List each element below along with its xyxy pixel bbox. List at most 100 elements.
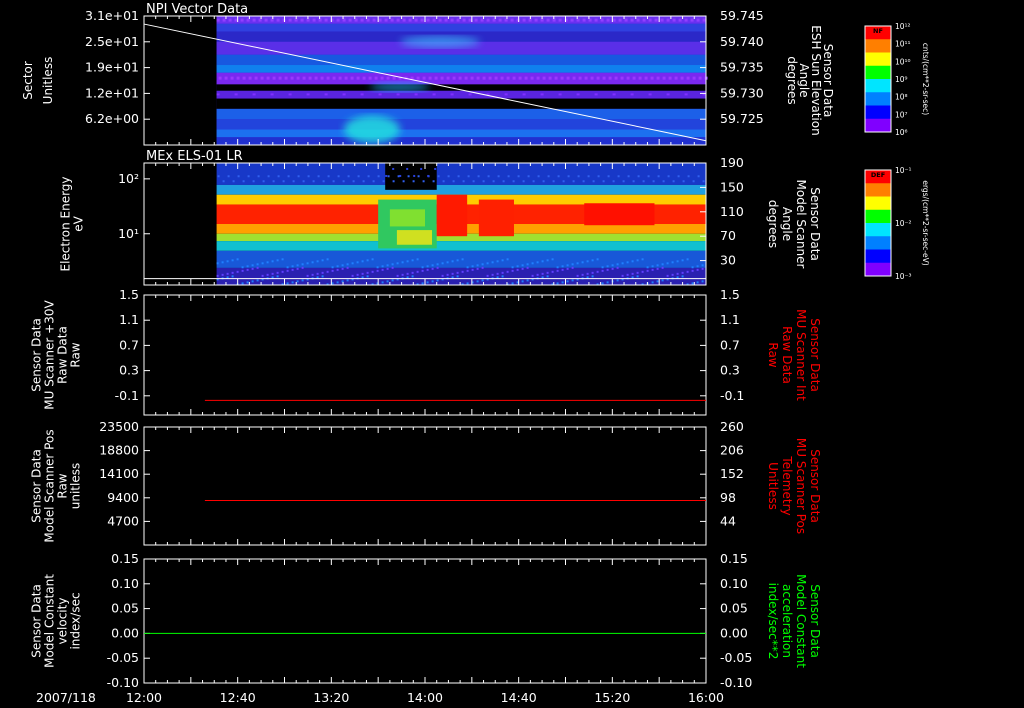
panel-title: NPI Vector Data <box>146 2 248 17</box>
right-axis-label: Sensor Data <box>808 449 822 523</box>
right-axis-label: degrees <box>785 56 799 104</box>
y-axis-label: index/sec <box>69 592 83 649</box>
colorbar-tick-label: 10¹⁰ <box>895 57 911 66</box>
right-tick-label: 0.7 <box>720 337 740 352</box>
panel-4: 23500 18800 14100 9400 4700 260 206 152 98 44 Sens… <box>30 419 822 546</box>
right-tick-label: 0.05 <box>720 601 748 616</box>
right-tick-label: 1.5 <box>720 287 740 302</box>
y-tick-label: 1.2e+01 <box>85 85 139 100</box>
right-axis-label: Sensor Data <box>808 318 822 392</box>
right-tick-label: 59.740 <box>720 34 764 49</box>
y-tick-label: 6.2e+00 <box>85 111 139 126</box>
y-tick-label: 23500 <box>99 419 139 434</box>
colorbar-tick-label: 10⁻³ <box>895 272 912 281</box>
panel-3: 1.5 1.1 0.7 0.3 -0.1 1.5 1.1 0.7 0.3 -0.1 Sensor D… <box>30 287 822 416</box>
colorbar-unit: cnts/(cm**2-sr-sec) <box>921 43 930 115</box>
y-tick-label: 3.1e+01 <box>85 8 139 23</box>
right-tick-label: 59.730 <box>720 85 764 100</box>
right-axis-label: index/sec**2 <box>766 583 780 660</box>
right-axis-label: Raw Data <box>780 326 794 384</box>
y-tick-label: 10¹ <box>118 226 139 241</box>
y-tick-label: -0.1 <box>115 388 139 403</box>
right-axis-label: Unitless <box>766 462 780 510</box>
y-tick-label: 14100 <box>99 466 139 481</box>
right-tick-label: -0.05 <box>720 650 752 665</box>
colorbar-swatch <box>865 39 891 53</box>
y-tick-label: 10² <box>118 171 139 186</box>
colorbar-swatch <box>865 196 891 211</box>
right-tick-label: 98 <box>720 490 736 505</box>
colorbar-label: DEF <box>871 171 885 179</box>
colorbar-tick-label: 10¹² <box>895 22 911 31</box>
y-axis-label: Electron Energy <box>59 176 73 271</box>
x-tick-label: 13:20 <box>313 690 349 705</box>
colorbar-swatch <box>865 92 891 106</box>
y-tick-label: 4700 <box>107 513 139 528</box>
right-axis-label: Model Constant <box>794 574 808 668</box>
y-tick-label: 0.10 <box>111 576 139 591</box>
y-tick-label: 0.7 <box>119 337 139 352</box>
y-tick-label: 0.05 <box>111 601 139 616</box>
y-axis-label: Raw <box>56 473 70 498</box>
x-tick-label: 12:00 <box>126 690 162 705</box>
y-tick-label: 1.9e+01 <box>85 60 139 75</box>
x-tick-label: 14:40 <box>501 690 537 705</box>
colorbar-label: NF <box>873 27 883 35</box>
right-axis-label: degrees <box>766 200 780 248</box>
x-tick-label: 14:00 <box>407 690 443 705</box>
right-axis-label: MU Scanner Int <box>794 309 808 401</box>
y-axis-label: Raw <box>69 342 83 367</box>
colorbar-swatch <box>865 52 891 67</box>
colorbar-swatch <box>865 79 891 93</box>
right-axis-label: acceleration <box>780 584 794 658</box>
panel-1: NPI Vector Data 3.1e+01 2.5e+01 1.9e+01 1.2e… <box>21 2 835 146</box>
y-tick-label: 1.5 <box>119 287 139 302</box>
colorbar-swatch <box>865 105 891 120</box>
colorbar-swatch <box>865 183 891 197</box>
right-tick-label: 260 <box>720 419 744 434</box>
y-axis-label: Sensor Data <box>30 584 44 658</box>
y-axis-label: Model Scanner Pos <box>43 429 57 542</box>
colorbar-swatch <box>865 236 891 250</box>
panel-5: 0.15 0.10 0.05 0.00 -0.05 -0.10 0.15 0.10 0.05 0.… <box>30 551 823 690</box>
right-tick-label: -0.1 <box>720 388 744 403</box>
colorbar-swatch <box>865 209 891 224</box>
right-axis-label: Sensor Data <box>808 584 822 658</box>
colorbar-tick-label: 10⁻¹ <box>895 166 912 175</box>
x-tick-label: 12:40 <box>220 690 256 705</box>
colorbar-tick-label: 10⁷ <box>895 110 908 119</box>
colorbar-swatch <box>865 249 891 264</box>
colorbar-swatch <box>865 262 891 277</box>
right-tick-label: 30 <box>720 253 736 268</box>
right-tick-label: -0.10 <box>720 675 752 690</box>
right-axis-label: Angle <box>780 207 794 241</box>
y-axis-label: Sector <box>21 61 35 100</box>
date-label: 2007/118 <box>36 690 96 705</box>
right-tick-label: 150 <box>720 179 744 194</box>
right-axis-label: MU Scanner Pos <box>794 438 808 534</box>
y-axis-label: Sensor Data <box>30 449 44 523</box>
right-tick-label: 0.15 <box>720 551 748 566</box>
colorbar-swatch <box>865 118 891 133</box>
right-tick-label: 0.3 <box>720 363 740 378</box>
y-tick-label: -0.05 <box>107 650 139 665</box>
y-axis-label: Unitless <box>41 57 55 105</box>
y-tick-label: 0.00 <box>111 625 139 640</box>
panel-2: MEx ELS-01 LR 10² 10¹ 190 150 110 70 30 Electron… <box>59 149 822 286</box>
colorbar-tick-label: 10⁸ <box>895 93 908 102</box>
right-axis-label: Model Scanner <box>794 180 808 269</box>
right-tick-label: 59.725 <box>720 111 764 126</box>
y-tick-label: 1.1 <box>119 312 139 327</box>
panel-frame <box>143 294 707 416</box>
colorbar-swatch <box>865 223 891 237</box>
y-axis-label: Sensor Data <box>30 318 44 392</box>
right-tick-label: 152 <box>720 466 744 481</box>
plot-canvas: NPI Vector Data 3.1e+01 2.5e+01 1.9e+01 1.2e… <box>21 2 930 705</box>
y-tick-label: 18800 <box>99 443 139 458</box>
right-axis-label: Raw <box>766 342 780 367</box>
y-axis-label: unitless <box>69 463 83 509</box>
right-tick-label: 110 <box>720 204 744 219</box>
right-axis-label: Telemetry <box>780 455 794 515</box>
y-axis-label: MU Scanner +30V <box>43 300 57 410</box>
y-tick-label: 9400 <box>107 490 139 505</box>
